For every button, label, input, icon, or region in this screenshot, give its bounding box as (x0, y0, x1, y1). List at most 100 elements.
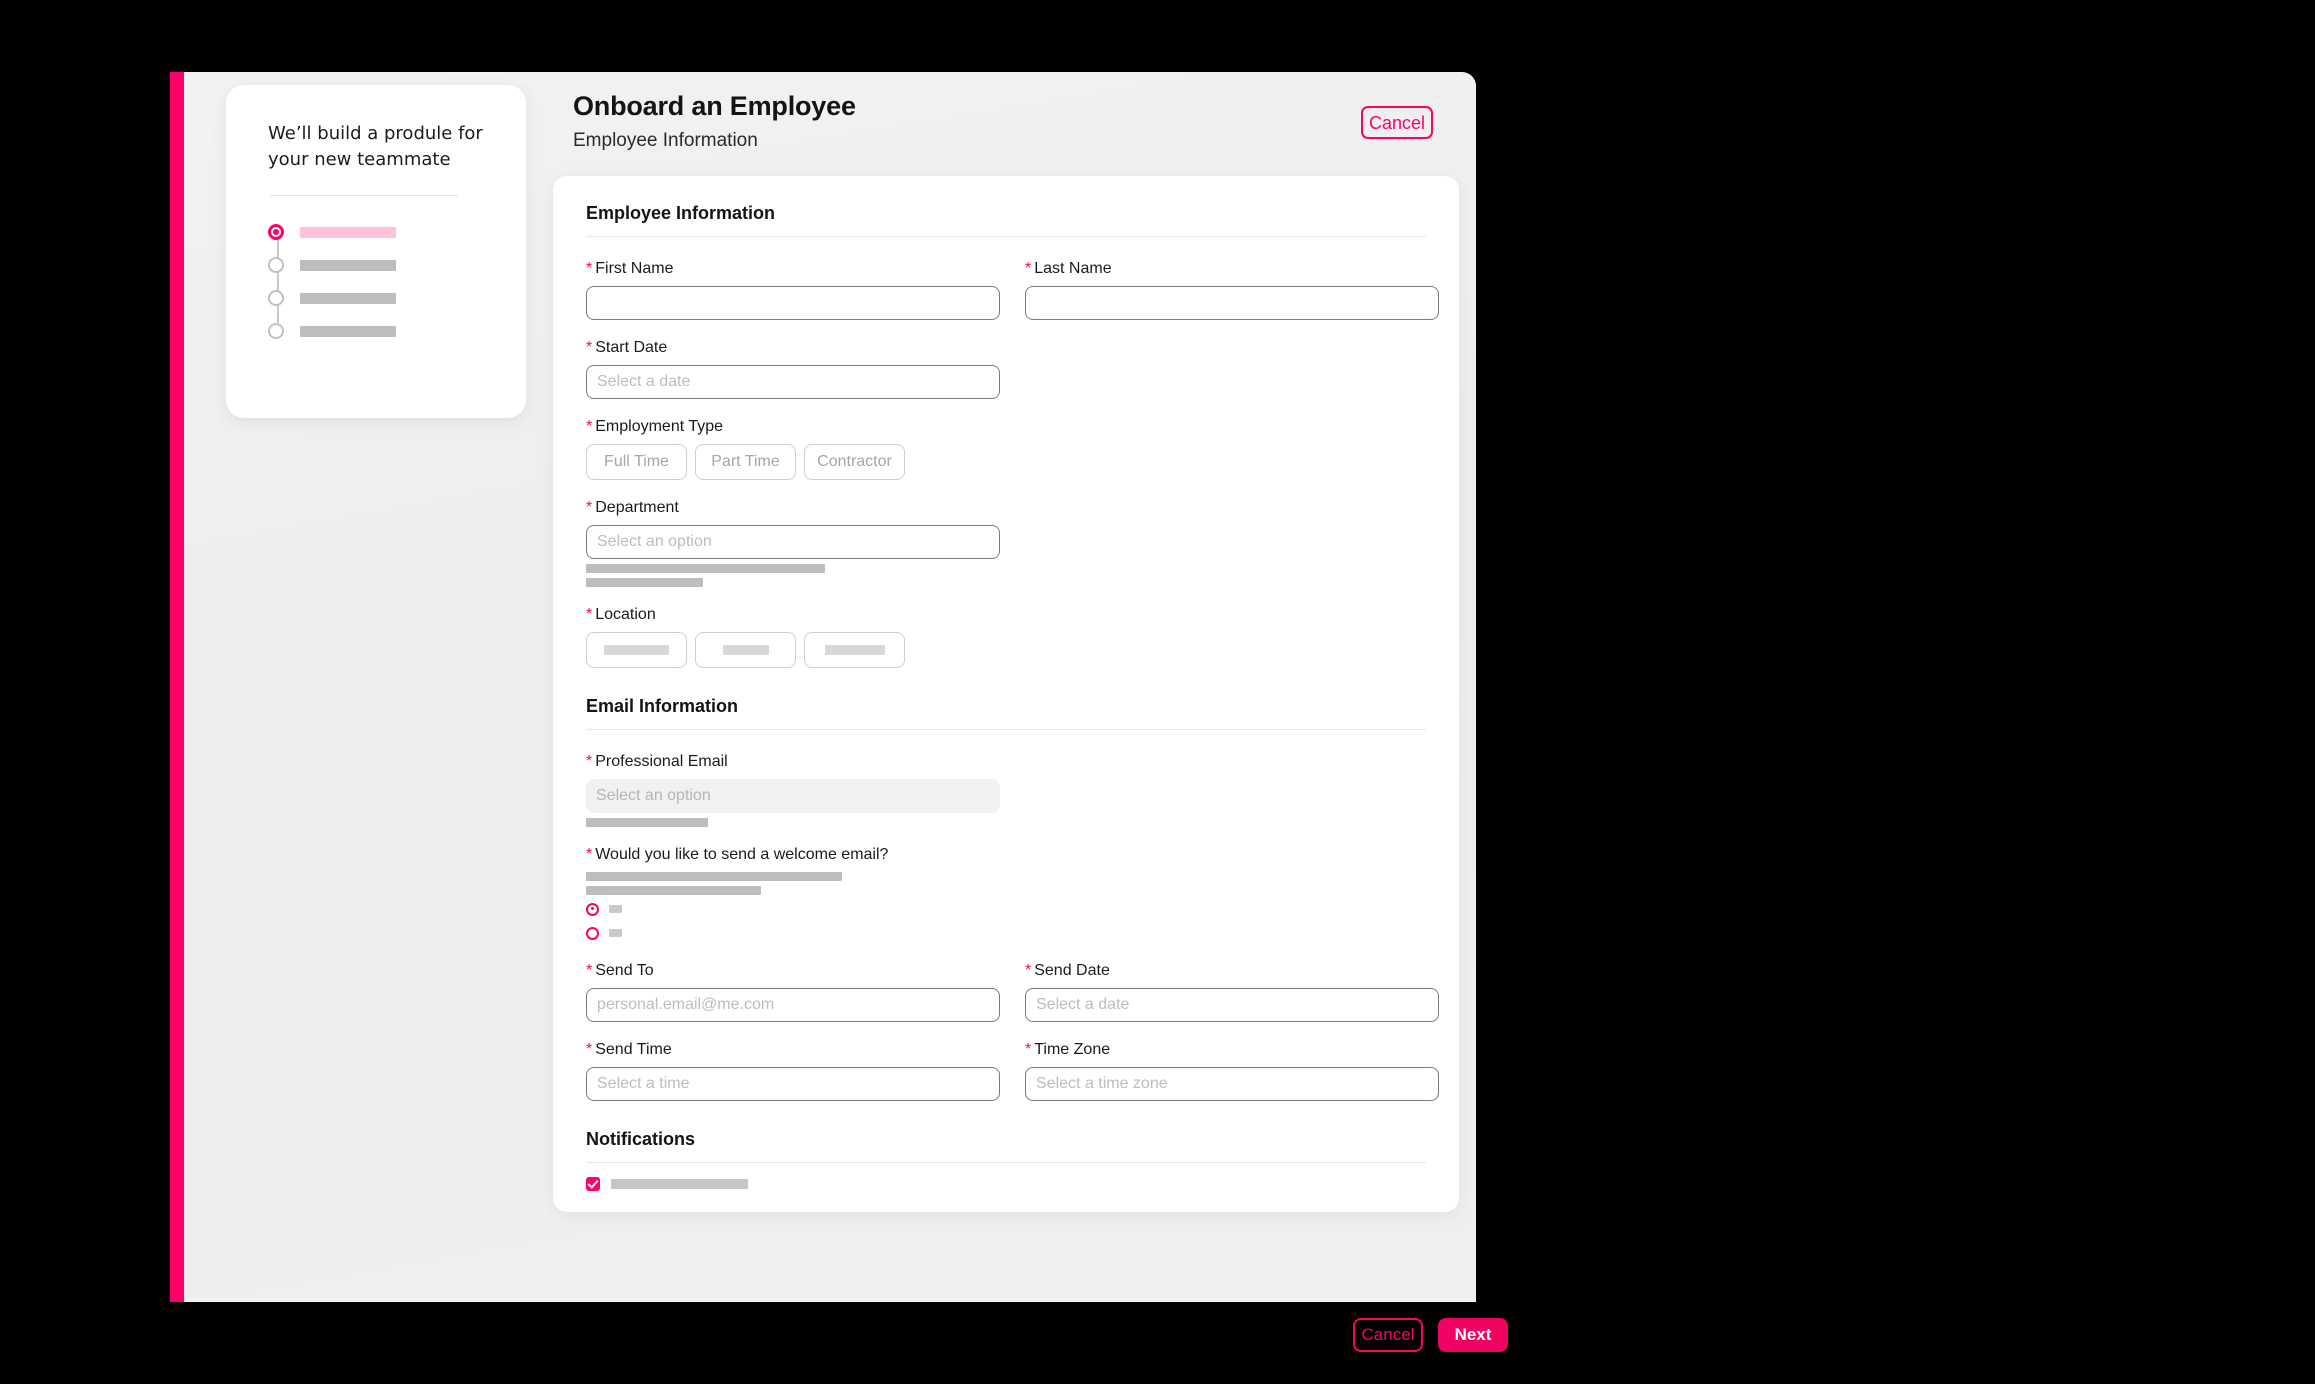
send-time-label: * Send Time (586, 1041, 672, 1058)
department-select[interactable] (586, 525, 1000, 559)
employment-type-option-full-time[interactable]: Full Time (586, 444, 687, 480)
required-asterisk: * (1025, 260, 1032, 277)
page-title: Onboard an Employee (573, 91, 856, 121)
location-option-1[interactable] (586, 632, 687, 668)
time-zone-label: * Time Zone (1025, 1041, 1111, 1058)
required-asterisk: * (1025, 1041, 1032, 1058)
stepper-item-label (300, 292, 396, 304)
accent-rail (170, 72, 184, 1302)
send-date-label: * Send Date (1025, 962, 1110, 979)
welcome-email-group: * Would you like to send a welcome email? (586, 846, 1426, 943)
required-asterisk: * (586, 846, 593, 863)
stepper-heading: We’ll build a produle for your new teamm… (268, 123, 483, 170)
start-date-group: * Start Date (586, 339, 1426, 399)
stepper-card: We’ll build a produle for your new teamm… (226, 85, 526, 418)
employment-type-label: * Employment Type (586, 418, 723, 435)
section-title-employee-information: Employee Information (586, 203, 776, 223)
required-asterisk: * (586, 753, 593, 770)
device-frame: Onboard an Employee Employee Information… (48, 0, 1526, 1384)
notifications-checkbox-label (611, 1179, 748, 1189)
location-label: * Location (586, 606, 656, 623)
send-date-group: * Send Date (1025, 962, 1439, 1022)
section-divider (586, 236, 1426, 237)
page-subtitle: Employee Information (573, 130, 758, 151)
employment-type-option-contractor[interactable]: Contractor (804, 444, 905, 480)
form-card: Employee Information * First Name * Last N… (553, 176, 1459, 1212)
professional-email-group: * Professional Email (586, 753, 1426, 827)
last-name-input[interactable] (1025, 286, 1439, 320)
step-dot-icon (268, 290, 284, 306)
stepper-item-label (300, 325, 396, 337)
location-options (586, 632, 1426, 668)
send-to-group: * Send To (586, 962, 1000, 1022)
send-to-label: * Send To (586, 962, 654, 979)
step-dot-icon (268, 224, 284, 240)
start-date-input[interactable] (586, 365, 1000, 399)
send-time-zone-row: *Send Time *Time Zone (586, 1041, 1439, 1101)
time-zone-group: * Time Zone (1025, 1041, 1439, 1101)
stepper-list (268, 216, 490, 347)
required-asterisk: * (586, 260, 593, 277)
department-group: * Department (586, 499, 1426, 587)
send-time-input[interactable] (586, 1067, 1000, 1101)
footer-cancel-button[interactable]: Cancel (1353, 1318, 1423, 1352)
required-asterisk: * (1025, 962, 1032, 979)
footer-next-button[interactable]: Next (1438, 1318, 1508, 1352)
professional-email-helper-bar (586, 818, 708, 827)
welcome-email-helper-bar (586, 872, 842, 881)
location-option-3[interactable] (804, 632, 905, 668)
stepper-item-4[interactable] (268, 315, 490, 347)
location-option-2[interactable] (695, 632, 796, 668)
first-name-input[interactable] (586, 286, 1000, 320)
location-group: * Location (586, 606, 1426, 668)
section-title-email-information: Email Information (586, 696, 739, 716)
employment-type-options: Full Time Part Time Contractor (586, 444, 1426, 480)
department-label: * Department (586, 499, 679, 516)
send-time-group: * Send Time (586, 1041, 1000, 1101)
time-zone-input[interactable] (1025, 1067, 1439, 1101)
screenshot-stage: Onboard an Employee Employee Information… (0, 0, 2315, 1384)
step-dot-icon (268, 323, 284, 339)
step-dot-icon (268, 257, 284, 273)
professional-email-label: * Professional Email (586, 753, 728, 770)
last-name-group: * Last Name (1025, 260, 1439, 320)
last-name-label: * Last Name (1025, 260, 1112, 277)
required-asterisk: * (586, 339, 593, 356)
section-title-notifications: Notifications (586, 1129, 696, 1149)
stepper-item-label (300, 226, 396, 238)
app-footer: Cancel Next (1353, 1318, 1508, 1352)
required-asterisk: * (586, 1041, 593, 1058)
send-to-input[interactable] (586, 988, 1000, 1022)
stepper-item-3[interactable] (268, 282, 490, 314)
stepper-item-1[interactable] (268, 216, 490, 248)
header-cancel-button[interactable]: Cancel (1361, 106, 1433, 139)
radio-unchecked-icon[interactable] (586, 926, 599, 940)
name-row: * First Name * Last Name (586, 260, 1439, 320)
notifications-checkbox-row[interactable] (586, 1177, 1426, 1191)
welcome-email-option-2[interactable] (586, 923, 1426, 943)
welcome-email-option-1[interactable] (586, 899, 1426, 919)
stepper-item-label (300, 259, 396, 271)
employment-type-group: * Employment Type Full Time Part Time Con… (586, 418, 1426, 480)
professional-email-select[interactable] (586, 779, 1000, 813)
welcome-email-label: * Would you like to send a welcome email? (586, 846, 889, 863)
required-asterisk: * (586, 962, 593, 979)
start-date-label: * Start Date (586, 339, 668, 356)
stepper-item-2[interactable] (268, 249, 490, 281)
required-asterisk: * (586, 499, 593, 516)
app-header: Onboard an Employee Employee Information… (573, 90, 1433, 164)
send-date-input[interactable] (1025, 988, 1439, 1022)
welcome-email-option-label (609, 905, 622, 913)
section-divider (586, 1162, 1426, 1163)
first-name-label: * First Name (586, 260, 674, 277)
send-to-date-row: *Send To *Send Date (586, 962, 1439, 1022)
radio-checked-icon[interactable] (586, 902, 599, 916)
checkbox-checked-icon[interactable] (586, 1177, 600, 1191)
required-asterisk: * (586, 418, 593, 435)
employment-type-option-part-time[interactable]: Part Time (695, 444, 796, 480)
stepper-divider (270, 195, 458, 196)
department-helper-bar (586, 564, 825, 573)
first-name-group: * First Name (586, 260, 1000, 320)
required-asterisk: * (586, 606, 593, 623)
welcome-email-option-label (609, 929, 622, 937)
